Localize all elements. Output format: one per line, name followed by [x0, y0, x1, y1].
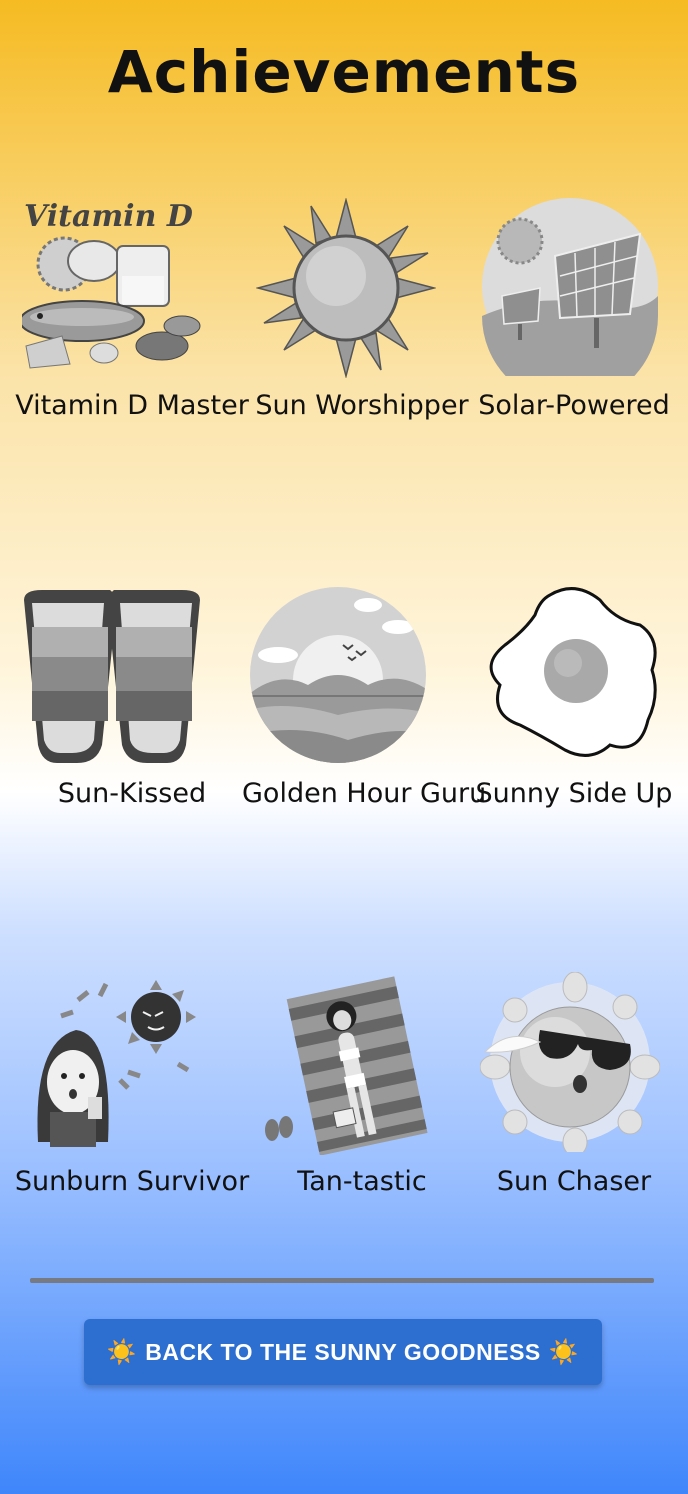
- achievement-label-sun-chaser: Sun Chaser: [496, 1166, 652, 1197]
- back-button-label: BACK TO THE SUNNY GOODNESS: [145, 1338, 541, 1365]
- page-title: Achievements: [107, 38, 581, 106]
- achievement-label-sunburn-survivor: Sunburn Survivor: [14, 1166, 250, 1197]
- vitamin-d-icon[interactable]: Vitamin D: [22, 196, 202, 376]
- fried-egg-icon[interactable]: [480, 585, 660, 765]
- cool-sun-icon[interactable]: [480, 972, 660, 1152]
- divider: [30, 1278, 654, 1283]
- achievement-label-vitamin-d-master: Vitamin D Master: [15, 390, 249, 421]
- achievement-label-tan-tastic: Tan-tastic: [297, 1166, 427, 1197]
- sun-emoji-right-icon: ☀️: [548, 1338, 580, 1366]
- solar-panel-icon[interactable]: [480, 196, 660, 376]
- sunset-icon[interactable]: [248, 585, 428, 765]
- achievement-label-sun-kissed: Sun-Kissed: [57, 778, 207, 809]
- achievement-label-solar-powered: Solar-Powered: [478, 390, 670, 421]
- sun-emoji-left-icon: ☀️: [106, 1338, 138, 1366]
- achievement-label-sun-worshipper: Sun Worshipper: [255, 390, 469, 421]
- back-to-sunny-goodness-button[interactable]: ☀️ BACK TO THE SUNNY GOODNESS ☀️: [84, 1319, 602, 1385]
- sunglasses-icon[interactable]: [22, 585, 202, 765]
- sun-icon[interactable]: [256, 198, 436, 378]
- vitamin-d-art-text: Vitamin D: [24, 199, 193, 234]
- sunbathing-icon[interactable]: [262, 975, 442, 1155]
- sunburn-icon[interactable]: [28, 972, 208, 1152]
- achievement-label-golden-hour-guru: Golden Hour Guru: [242, 778, 487, 809]
- achievement-label-sunny-side-up: Sunny Side Up: [475, 778, 673, 809]
